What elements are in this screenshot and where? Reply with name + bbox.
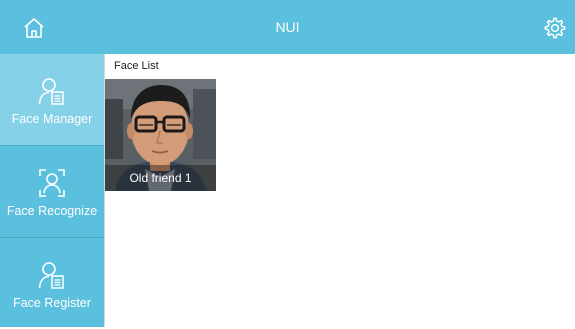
face-scan-icon <box>39 169 65 197</box>
top-bar: NUI <box>0 0 575 54</box>
sidebar: Face Manager Face Recognize Face Registe… <box>0 54 104 327</box>
user-list-icon <box>38 78 64 105</box>
sidebar-item-label: Face Recognize <box>6 204 98 218</box>
app-title: NUI <box>275 19 300 35</box>
gear-icon[interactable] <box>543 16 567 40</box>
face-caption: Old friend 1 <box>105 165 216 191</box>
sidebar-item-face-recognize[interactable]: Face Recognize <box>0 146 104 237</box>
face-list-title: Face List <box>114 60 159 72</box>
sidebar-item-label: Face Manager <box>11 112 93 126</box>
sidebar-item-label: Face Register <box>13 296 91 310</box>
sidebar-item-face-manager[interactable]: Face Manager <box>0 54 104 145</box>
app-window: NUI Face Manager Face Recognize Face Reg… <box>0 0 575 327</box>
sidebar-item-face-register[interactable]: Face Register <box>0 238 104 329</box>
user-list-icon <box>38 262 64 289</box>
face-card[interactable]: Old friend 1 <box>105 79 216 191</box>
